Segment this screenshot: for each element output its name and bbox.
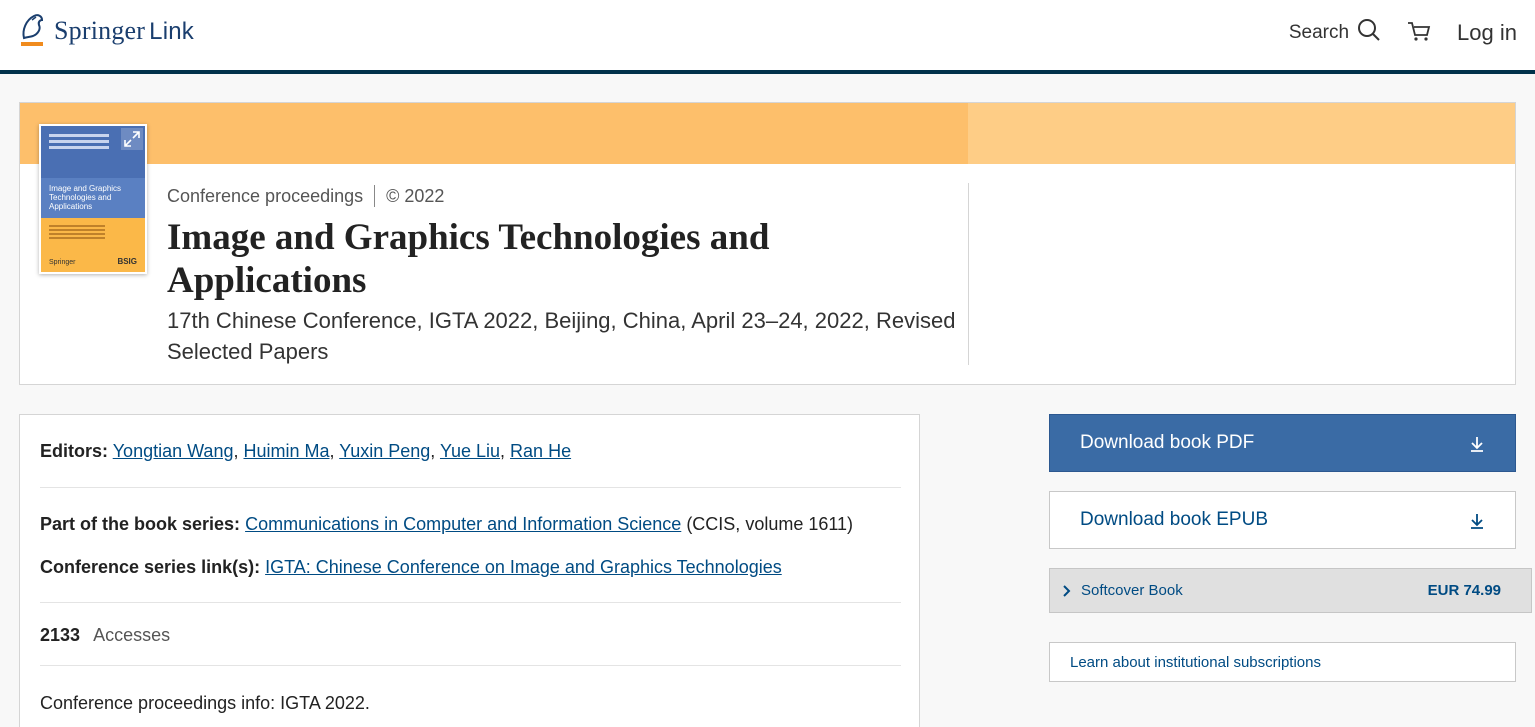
divider: [40, 665, 901, 666]
conference-series-label: Conference series link(s):: [40, 557, 261, 577]
springer-link-logo[interactable]: Springer Link: [18, 12, 194, 50]
download-icon: [1469, 512, 1485, 530]
login-button[interactable]: Log in: [1457, 20, 1517, 46]
conference-series-link[interactable]: IGTA: Chinese Conference on Image and Gr…: [265, 557, 782, 577]
search-label: Search: [1288, 22, 1350, 43]
series-label: Part of the book series:: [40, 514, 241, 534]
download-epub-button[interactable]: Download book EPUB: [1049, 491, 1516, 549]
softcover-price: EUR 74.99: [1427, 582, 1501, 599]
content-type: Conference proceedings: [167, 185, 364, 206]
accesses-row: 2133 Accesses: [40, 625, 170, 646]
cover-title-block: Image and Graphics Technologies and Appl…: [41, 178, 145, 218]
softcover-label: Softcover Book: [1081, 582, 1183, 599]
meta-separator: [374, 185, 376, 207]
copyright-year: © 2022: [386, 185, 445, 206]
cart-icon: [1407, 19, 1431, 48]
book-info-card: Editors: Yongtian Wang, Huimin Ma, Yuxin…: [19, 414, 920, 727]
editor-link[interactable]: Huimin Ma: [243, 441, 329, 461]
book-hero: Image and Graphics Technologies and Appl…: [19, 102, 1516, 385]
cover-bottom-block: Springer BSIG: [41, 218, 145, 272]
editors-row: Editors: Yongtian Wang, Huimin Ma, Yuxin…: [40, 441, 572, 461]
book-subtitle: 17th Chinese Conference, IGTA 2022, Beij…: [167, 308, 956, 364]
springer-horse-icon: [18, 12, 48, 50]
editor-link[interactable]: Yuxin Peng: [339, 441, 430, 461]
softcover-book-option[interactable]: Softcover Book EUR 74.99: [1049, 568, 1532, 613]
logo-secondary-text: Link: [149, 18, 194, 45]
cart-button[interactable]: [1407, 19, 1431, 48]
institutional-subscriptions-link[interactable]: Learn about institutional subscriptions: [1049, 642, 1516, 682]
download-pdf-label: Download book PDF: [1080, 432, 1255, 453]
accesses-count: 2133: [40, 625, 81, 645]
conference-series-row: Conference series link(s): IGTA: Chinese…: [40, 557, 782, 578]
download-pdf-button[interactable]: Download book PDF: [1049, 414, 1516, 472]
series-link[interactable]: Communications in Computer and Informati…: [245, 514, 681, 534]
divider: [40, 602, 901, 603]
accesses-label: Accesses: [93, 625, 171, 645]
hero-divider: [968, 183, 969, 365]
hero-color-band: [20, 103, 968, 164]
expand-icon[interactable]: [121, 128, 143, 150]
book-title: Image and Graphics Technologies and Appl…: [167, 217, 770, 301]
book-cover[interactable]: Image and Graphics Technologies and Appl…: [39, 124, 147, 274]
editor-link[interactable]: Ran He: [510, 441, 571, 461]
hero-color-band-right: [968, 103, 1515, 164]
download-icon: [1469, 435, 1485, 453]
series-row: Part of the book series: Communications …: [40, 514, 853, 535]
divider: [40, 487, 901, 488]
cover-publisher: Springer: [49, 259, 76, 266]
search-icon: [1349, 18, 1381, 48]
editors-label: Editors:: [40, 441, 109, 461]
chevron-right-icon: [1062, 584, 1072, 598]
editor-link[interactable]: Yue Liu: [440, 441, 500, 461]
series-volume: (CCIS, volume 1611): [686, 514, 854, 534]
cover-title-text: Image and Graphics Technologies and Appl…: [49, 184, 122, 211]
proceedings-info: Conference proceedings info: IGTA 2022.: [40, 693, 370, 713]
logo-primary-text: Springer: [54, 16, 146, 45]
header-actions: Search Log in: [1289, 18, 1517, 48]
site-header: Springer Link Search Log in: [0, 0, 1535, 74]
logo-wordmark: Springer Link: [54, 16, 194, 46]
editor-link[interactable]: Yongtian Wang: [113, 441, 234, 461]
search-button[interactable]: Search: [1289, 18, 1381, 48]
book-meta: Conference proceedings © 2022: [167, 185, 444, 207]
cover-partner: BSIG: [117, 257, 137, 266]
download-epub-label: Download book EPUB: [1080, 509, 1268, 530]
